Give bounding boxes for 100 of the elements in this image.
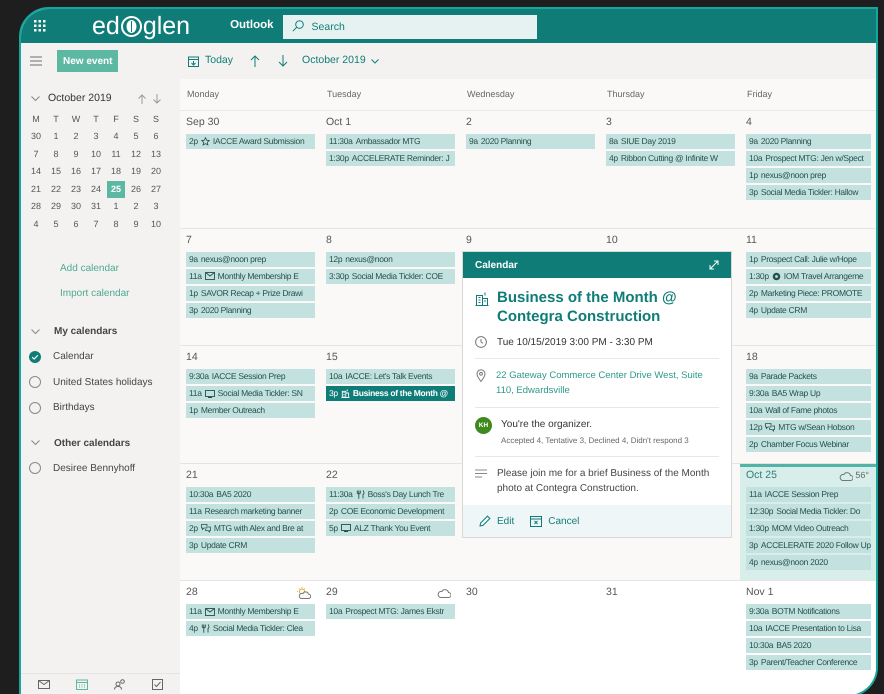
calendar-event[interactable]: 9a 2020 Planning bbox=[746, 134, 871, 149]
day-number[interactable]: 1 bbox=[112, 200, 120, 214]
people-icon[interactable] bbox=[114, 679, 126, 690]
day-number[interactable]: 5 bbox=[132, 130, 140, 144]
task-checkbox-icon[interactable] bbox=[152, 679, 163, 690]
day-number[interactable]: 27 bbox=[150, 182, 162, 196]
calendar-event[interactable]: 8a SIUE Day 2019 bbox=[606, 134, 735, 149]
calendar-event[interactable]: 11a Monthly Membership E bbox=[186, 268, 315, 284]
calendar-event[interactable]: 9a nexus@noon prep bbox=[186, 252, 315, 266]
day-number[interactable]: 20 bbox=[150, 165, 162, 178]
calendar-event[interactable]: 3p 2020 Planning bbox=[186, 302, 315, 318]
calendar-item[interactable]: United States holidays bbox=[53, 374, 153, 390]
calendar-event[interactable]: 9a Parade Packets bbox=[746, 369, 871, 384]
calendar-event[interactable]: 4p nexus@noon 2020 bbox=[746, 554, 871, 570]
cancel-button[interactable]: Cancel bbox=[530, 514, 580, 528]
day-number[interactable]: 4 bbox=[112, 130, 120, 144]
calendar-event[interactable]: 3p Update CRM bbox=[186, 538, 315, 552]
calendar-event[interactable]: 11:30a Ambassador MTG bbox=[326, 134, 455, 149]
day-number[interactable]: 31 bbox=[90, 200, 102, 214]
calendar-event[interactable]: 11a Social Media Tickler: SN bbox=[186, 386, 315, 401]
calendar-event[interactable]: 9:30a IACCE Session Prep bbox=[186, 369, 315, 384]
day-number[interactable]: 30 bbox=[70, 200, 82, 214]
calendar-item[interactable]: Calendar bbox=[53, 349, 94, 364]
day-number[interactable]: 24 bbox=[90, 182, 102, 196]
calendar-event[interactable]: 1:30p MOM Video Outreach bbox=[746, 520, 871, 536]
calendar-event[interactable]: 1p Member Outreach bbox=[186, 403, 315, 418]
day-number[interactable]: 4 bbox=[32, 218, 40, 231]
month-title[interactable]: October 2019 bbox=[48, 91, 112, 107]
calendar-event[interactable]: 5p ALZ Thank You Event bbox=[326, 520, 455, 536]
day-number[interactable]: 8 bbox=[52, 148, 60, 161]
group-heading[interactable]: Other calendars bbox=[54, 436, 130, 450]
calendar-event[interactable]: 1p Prospect Call: Julie w/Hope bbox=[746, 252, 871, 266]
calendar-event[interactable]: 4p Ribbon Cutting @ Infinite W bbox=[606, 151, 735, 166]
calendar-event[interactable]: 3p Social Media Tickler: Hallow bbox=[746, 185, 871, 200]
calendar-event[interactable]: 4p Update CRM bbox=[746, 302, 871, 318]
calendar-event[interactable]: 11:30a Boss's Day Lunch Tre bbox=[326, 486, 455, 502]
day-number[interactable]: 10 bbox=[90, 148, 102, 161]
calendar-event[interactable]: 3p Business of the Month @ bbox=[326, 386, 455, 401]
day-number[interactable]: 5 bbox=[52, 218, 60, 231]
calendar-event[interactable]: 1:30p IOM Travel Arrangeme bbox=[746, 268, 871, 284]
calendar-event[interactable]: 9:30a BOTM Notifications bbox=[746, 604, 871, 619]
calendar-event[interactable]: 2p IACCE Award Submission bbox=[186, 134, 315, 149]
calendar-event[interactable]: 10:30a BA5 2020 bbox=[186, 486, 315, 502]
calendar-event[interactable]: 10a Prospect MTG: James Ekstr bbox=[326, 604, 455, 619]
day-number[interactable]: 16 bbox=[70, 165, 82, 178]
month-picker[interactable]: October 2019 bbox=[302, 53, 379, 69]
calendar-event[interactable]: 4p Social Media Tickler: Clea bbox=[186, 621, 315, 636]
calendar-event[interactable]: 1:30p ACCELERATE Reminder: J bbox=[326, 151, 455, 166]
calendar-event[interactable]: 11a Monthly Membership E bbox=[186, 604, 315, 619]
day-number[interactable]: 14 bbox=[30, 165, 42, 178]
day-number[interactable]: 10 bbox=[150, 218, 162, 231]
day-number[interactable]: 1 bbox=[52, 130, 60, 144]
mail-icon[interactable] bbox=[38, 680, 50, 689]
day-number[interactable]: 6 bbox=[152, 130, 160, 144]
calendar-event[interactable]: 11a Research marketing banner bbox=[186, 504, 315, 518]
day-number[interactable]: 11 bbox=[110, 148, 122, 161]
calendar-event[interactable]: 2p Chamber Focus Webinar bbox=[746, 437, 871, 452]
day-number[interactable]: 23 bbox=[70, 182, 82, 196]
day-number[interactable]: 30 bbox=[30, 130, 42, 144]
calendar-event[interactable]: 2p COE Economic Development bbox=[326, 504, 455, 518]
day-number[interactable]: 9 bbox=[132, 218, 140, 231]
calendar-event[interactable]: 12p nexus@noon bbox=[326, 252, 455, 266]
day-number[interactable]: 3 bbox=[152, 200, 160, 214]
day-number[interactable]: 2 bbox=[72, 130, 80, 144]
day-number[interactable]: 3 bbox=[92, 130, 100, 144]
calendar-event[interactable]: 1p nexus@noon prep bbox=[746, 168, 871, 183]
day-number[interactable]: 7 bbox=[92, 218, 100, 231]
calendar-event[interactable]: 10a IACCE: Let's Talk Events bbox=[326, 369, 455, 384]
day-number[interactable]: 8 bbox=[112, 218, 120, 231]
day-number[interactable]: 6 bbox=[72, 218, 80, 231]
calendar-event[interactable]: 2p Marketing Piece: PROMOTE bbox=[746, 286, 871, 300]
calendar-event[interactable]: 2p MTG with Alex and Bre at bbox=[186, 520, 315, 536]
calendar-event[interactable]: 12:30p Social Media Tickler: Do bbox=[746, 504, 871, 518]
day-number[interactable]: 2 bbox=[132, 200, 140, 214]
day-number[interactable]: 18 bbox=[110, 165, 122, 178]
group-heading[interactable]: My calendars bbox=[54, 324, 118, 339]
day-number[interactable]: 7 bbox=[32, 148, 40, 161]
calendar-event[interactable]: 9a 2020 Planning bbox=[466, 134, 595, 149]
calendar-item[interactable]: Birthdays bbox=[53, 400, 95, 416]
day-number[interactable]: 15 bbox=[50, 165, 62, 178]
day-number[interactable]: 19 bbox=[130, 165, 142, 178]
calendar-event[interactable]: 10:30a BA5 2020 bbox=[746, 638, 871, 653]
day-number[interactable]: 26 bbox=[130, 182, 142, 196]
calendar-event[interactable]: 1p SAVOR Recap + Prize Drawi bbox=[186, 286, 315, 300]
day-number[interactable]: 22 bbox=[50, 182, 62, 196]
day-number[interactable]: 13 bbox=[150, 148, 162, 161]
calendar-event[interactable]: 12p MTG w/Sean Hobson bbox=[746, 420, 871, 435]
calendar-event[interactable]: 9:30a BA5 Wrap Up bbox=[746, 386, 871, 401]
calendar-event[interactable]: 10a Wall of Fame photos bbox=[746, 403, 871, 418]
calendar-event[interactable]: 3:30p Social Media Tickler: COE bbox=[326, 268, 455, 284]
calendar-event[interactable]: 10a IACCE Presentation to Lisa bbox=[746, 621, 871, 636]
search-field[interactable]: Search bbox=[282, 14, 537, 38]
day-number[interactable]: 9 bbox=[72, 148, 80, 161]
day-number[interactable]: 17 bbox=[90, 165, 102, 178]
day-number[interactable]: 28 bbox=[30, 200, 42, 214]
day-number[interactable]: 21 bbox=[30, 182, 42, 196]
location-link[interactable]: 22 Gateway Commerce Center Drive West, Suite 110, Edwardsville bbox=[496, 368, 719, 398]
day-number[interactable]: 12 bbox=[130, 148, 142, 161]
calendar-item[interactable]: Desiree Bennyhoff bbox=[53, 460, 136, 476]
calendar-event[interactable]: 3p ACCELERATE 2020 Follow Up bbox=[746, 538, 871, 552]
